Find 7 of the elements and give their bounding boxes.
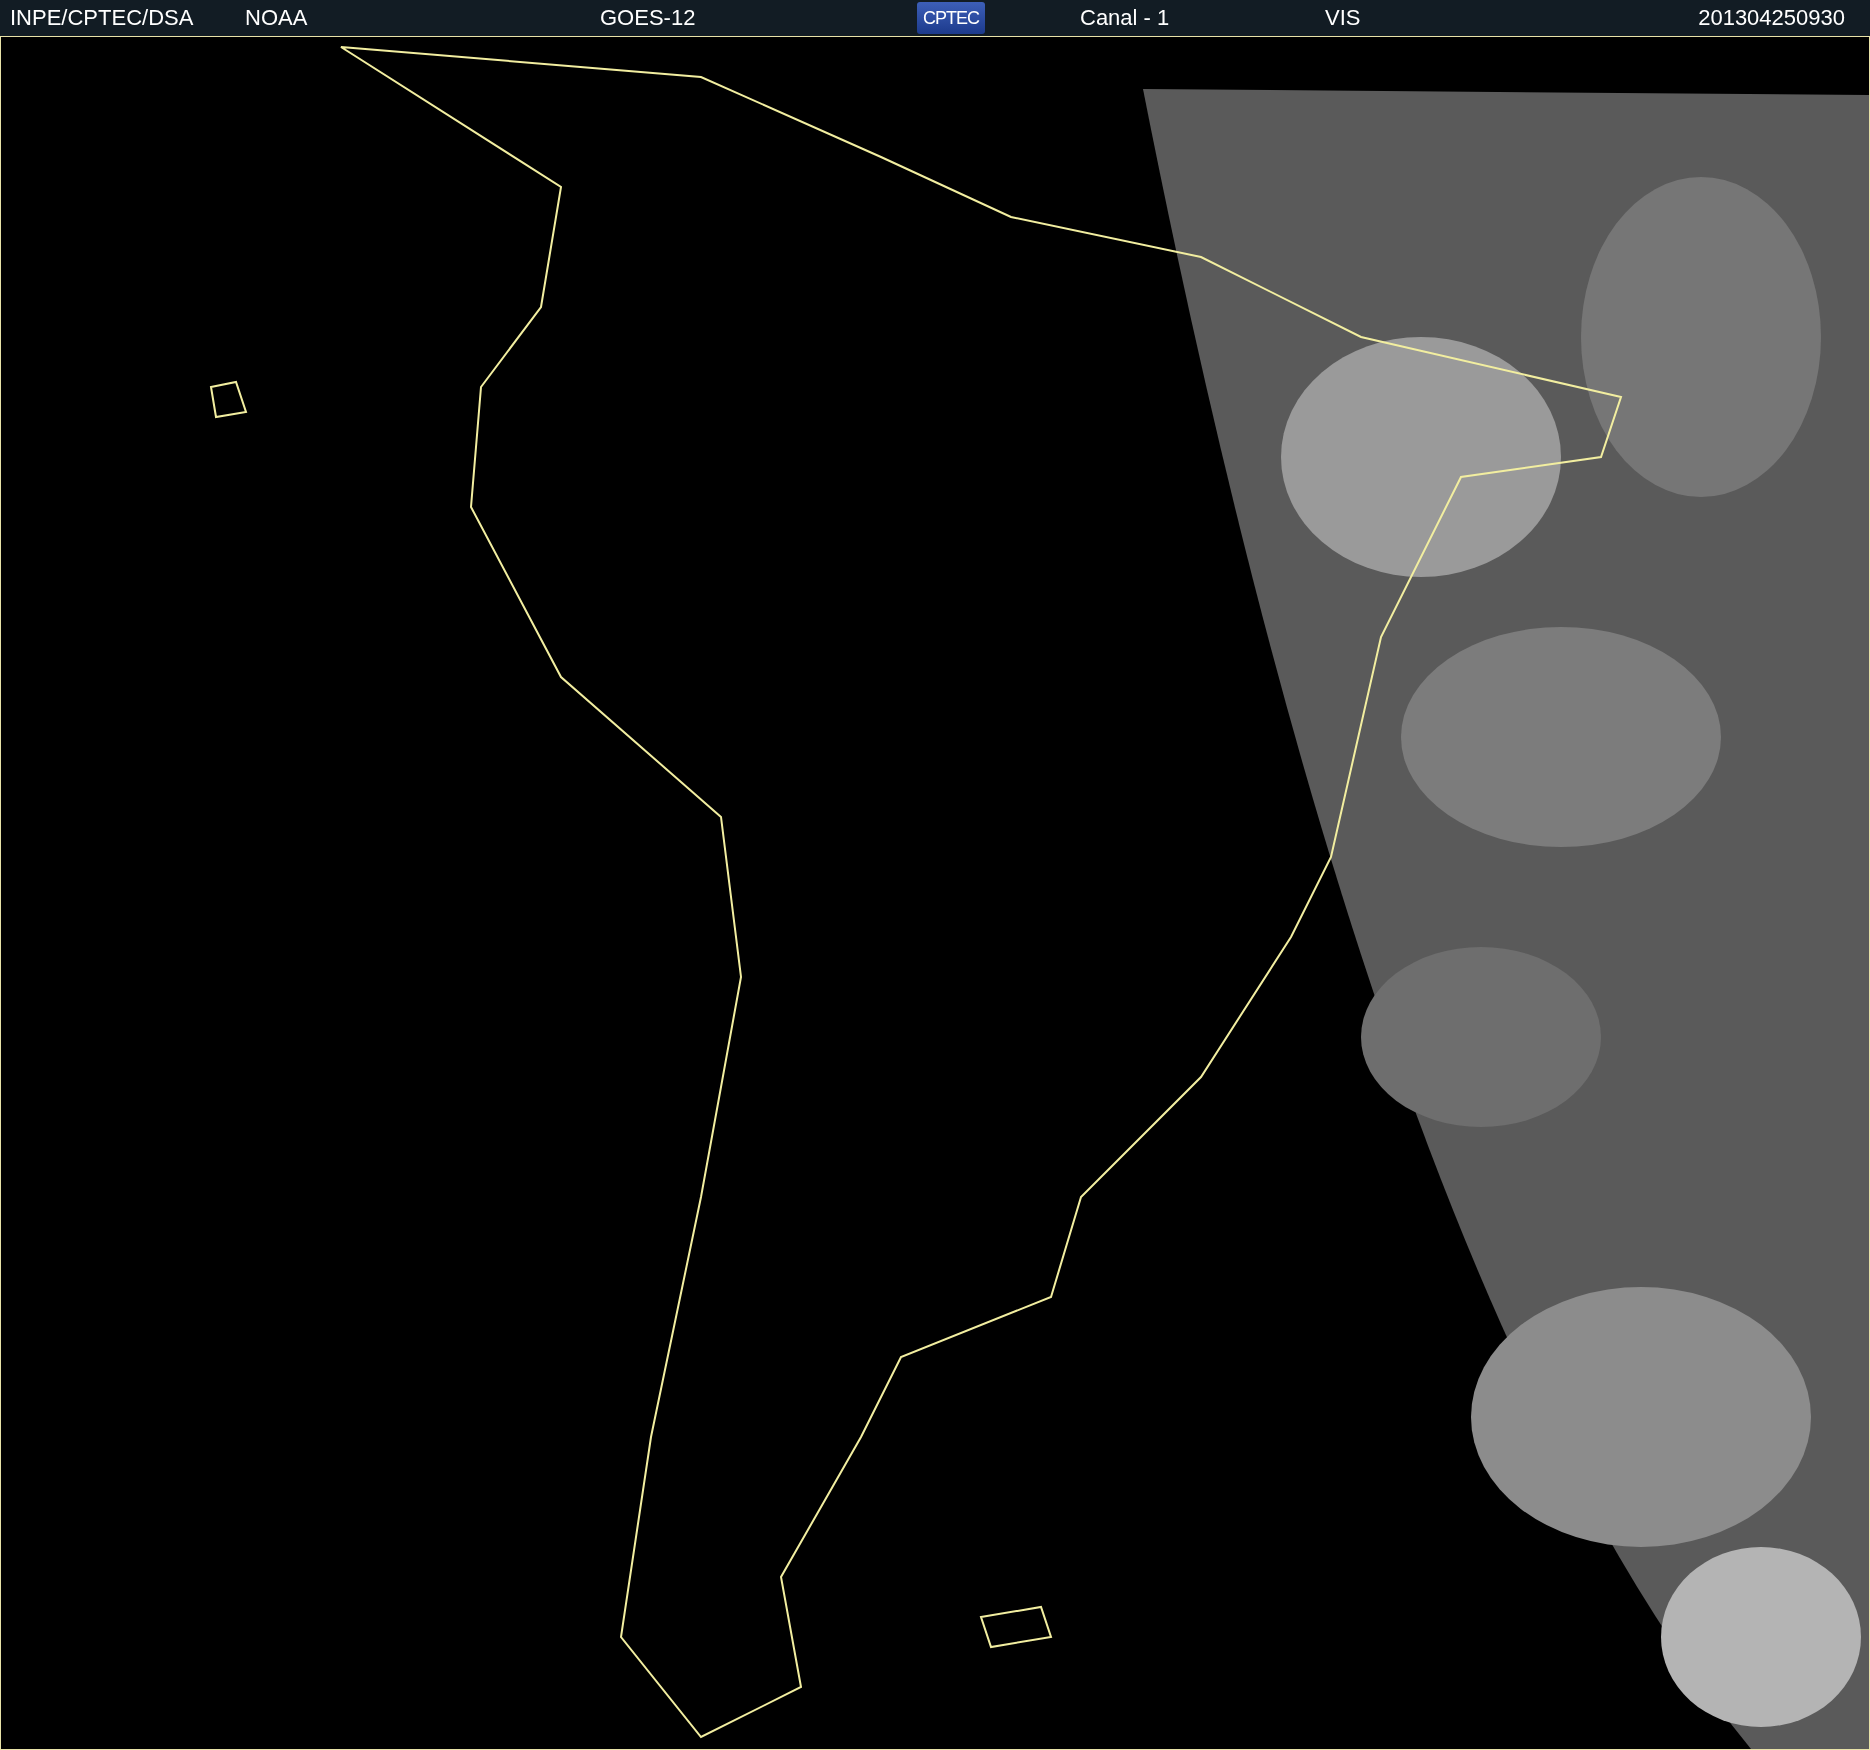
satellite-label: GOES-12 <box>600 5 696 31</box>
band-label: VIS <box>1325 5 1361 31</box>
agency-label: NOAA <box>245 5 308 31</box>
timestamp-label: 201304250930 <box>1698 5 1845 31</box>
source-label: INPE/CPTEC/DSA <box>10 5 194 31</box>
channel-label: Canal - 1 <box>1080 5 1170 31</box>
cptec-logo: CPTEC <box>917 2 985 34</box>
